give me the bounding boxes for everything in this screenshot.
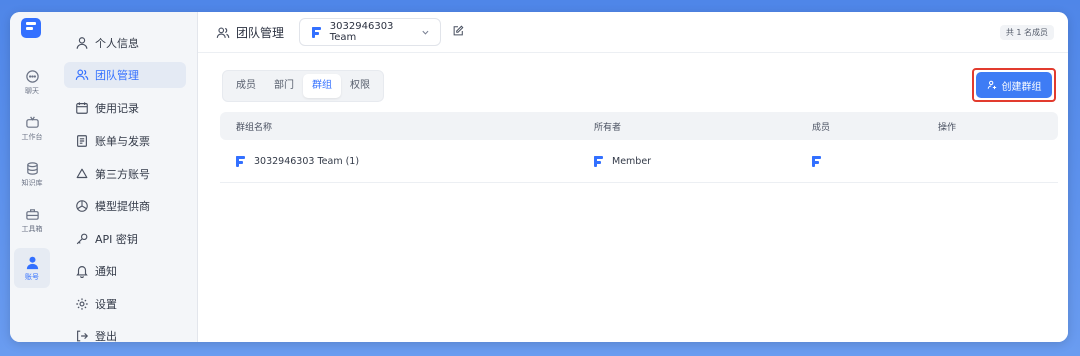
team-logo-icon bbox=[312, 26, 322, 38]
sidebar-item-label: API 密钥 bbox=[95, 233, 138, 246]
group-name: 3032946303 Team (1) bbox=[254, 155, 360, 167]
sidebar-item-label: 通知 bbox=[95, 265, 117, 278]
tab-bar: 成员 部门 群组 权限 bbox=[222, 70, 384, 102]
column-header-members: 成员 bbox=[812, 122, 831, 133]
rail-item-label: 工作台 bbox=[21, 132, 43, 141]
app-window: 聊天 工作台 知识库 工具箱 账号 个人信息 团队管理 使用记录 账单与发票 第… bbox=[10, 12, 1068, 342]
sidebar-item-label: 设置 bbox=[95, 298, 117, 311]
sidebar-item-api-keys[interactable]: API 密钥 bbox=[64, 226, 186, 252]
chat-icon bbox=[25, 69, 39, 83]
openai-icon bbox=[75, 199, 89, 213]
sidebar-item-usage[interactable]: 使用记录 bbox=[64, 95, 186, 121]
add-user-icon bbox=[987, 80, 996, 90]
members-cell bbox=[812, 140, 830, 182]
tv-icon bbox=[25, 116, 39, 128]
sidebar-item-settings[interactable]: 设置 bbox=[64, 291, 186, 317]
rail-item-account[interactable]: 账号 bbox=[14, 248, 50, 288]
sidebar-item-billing[interactable]: 账单与发票 bbox=[64, 128, 186, 154]
member-count-badge: 共 1 名成员 bbox=[999, 25, 1054, 40]
triangle-icon bbox=[75, 167, 89, 181]
groups-table: 群组名称 所有者 成员 操作 3032946303 Team (1) Membe… bbox=[220, 112, 1058, 183]
database-icon bbox=[26, 161, 38, 175]
rail-item-label: 聊天 bbox=[25, 86, 39, 95]
team-icon bbox=[216, 27, 230, 38]
member-avatar-icon bbox=[812, 155, 822, 167]
owner-name: Member bbox=[612, 155, 652, 167]
rail-item-chat[interactable]: 聊天 bbox=[14, 62, 50, 102]
sidebar-item-label: 账单与发票 bbox=[95, 135, 150, 148]
rail-item-label: 知识库 bbox=[21, 178, 43, 187]
team-select-value: 3032946303 Team bbox=[329, 21, 394, 43]
sidebar-item-label: 登出 bbox=[95, 330, 117, 342]
sidebar-item-team[interactable]: 团队管理 bbox=[64, 62, 186, 88]
table-header: 群组名称 所有者 成员 操作 bbox=[220, 112, 1058, 140]
header-bar: 团队管理 3032946303 Team 共 1 名成员 bbox=[198, 12, 1068, 53]
sidebar-item-label: 团队管理 bbox=[95, 69, 139, 82]
owner-avatar-icon bbox=[594, 155, 604, 167]
column-header-actions: 操作 bbox=[938, 122, 957, 133]
rail-item-workbench[interactable]: 工作台 bbox=[14, 108, 50, 148]
group-logo-icon bbox=[236, 155, 246, 167]
sidebar-item-label: 个人信息 bbox=[95, 37, 139, 50]
sidebar-item-label: 第三方账号 bbox=[95, 168, 150, 181]
tab-permissions[interactable]: 权限 bbox=[341, 74, 379, 98]
receipt-icon bbox=[75, 134, 89, 148]
main-content: 团队管理 3032946303 Team 共 1 名成员 成员 部门 群组 权限… bbox=[198, 12, 1068, 342]
sidebar-item-model-provider[interactable]: 模型提供商 bbox=[64, 193, 186, 219]
owner-cell: Member bbox=[594, 140, 651, 182]
edit-icon[interactable] bbox=[452, 25, 464, 37]
app-logo-icon bbox=[21, 18, 41, 38]
key-icon bbox=[75, 232, 89, 246]
sidebar-item-third-party[interactable]: 第三方账号 bbox=[64, 161, 186, 187]
toolbox-icon bbox=[25, 208, 39, 220]
user-icon bbox=[26, 256, 38, 269]
sidebar-item-label: 使用记录 bbox=[95, 102, 139, 115]
sidebar-item-profile[interactable]: 个人信息 bbox=[64, 30, 186, 56]
sidebar-item-notifications[interactable]: 通知 bbox=[64, 258, 186, 284]
rail-item-label: 账号 bbox=[25, 272, 39, 281]
gear-icon bbox=[75, 297, 89, 311]
calendar-icon bbox=[75, 101, 89, 115]
user-icon bbox=[75, 36, 89, 50]
tab-departments[interactable]: 部门 bbox=[265, 74, 303, 98]
sidebar-item-logout[interactable]: 登出 bbox=[64, 323, 186, 342]
sidebar-item-label: 模型提供商 bbox=[95, 200, 150, 213]
create-group-label: 创建群组 bbox=[1001, 81, 1042, 93]
column-header-owner: 所有者 bbox=[594, 122, 622, 133]
page-title: 团队管理 bbox=[216, 24, 284, 41]
rail-item-knowledge[interactable]: 知识库 bbox=[14, 154, 50, 194]
logout-icon bbox=[75, 329, 89, 342]
tab-members[interactable]: 成员 bbox=[227, 74, 265, 98]
settings-sidebar: 个人信息 团队管理 使用记录 账单与发票 第三方账号 模型提供商 API 密钥 bbox=[54, 12, 198, 342]
create-group-highlight: 创建群组 bbox=[972, 68, 1056, 102]
chevron-down-icon bbox=[422, 30, 429, 35]
table-row[interactable]: 3032946303 Team (1) Member bbox=[220, 140, 1058, 183]
rail-item-toolbox[interactable]: 工具箱 bbox=[14, 200, 50, 240]
create-group-button[interactable]: 创建群组 bbox=[976, 72, 1052, 98]
bell-icon bbox=[75, 264, 89, 278]
team-icon bbox=[75, 68, 89, 82]
rail-item-label: 工具箱 bbox=[21, 224, 43, 233]
nav-rail: 聊天 工作台 知识库 工具箱 账号 bbox=[10, 12, 55, 342]
page-title-text: 团队管理 bbox=[236, 26, 285, 40]
tab-groups[interactable]: 群组 bbox=[303, 74, 341, 98]
team-select[interactable]: 3032946303 Team bbox=[299, 18, 441, 46]
column-header-name: 群组名称 bbox=[236, 122, 273, 133]
group-name-cell: 3032946303 Team (1) bbox=[236, 140, 359, 182]
